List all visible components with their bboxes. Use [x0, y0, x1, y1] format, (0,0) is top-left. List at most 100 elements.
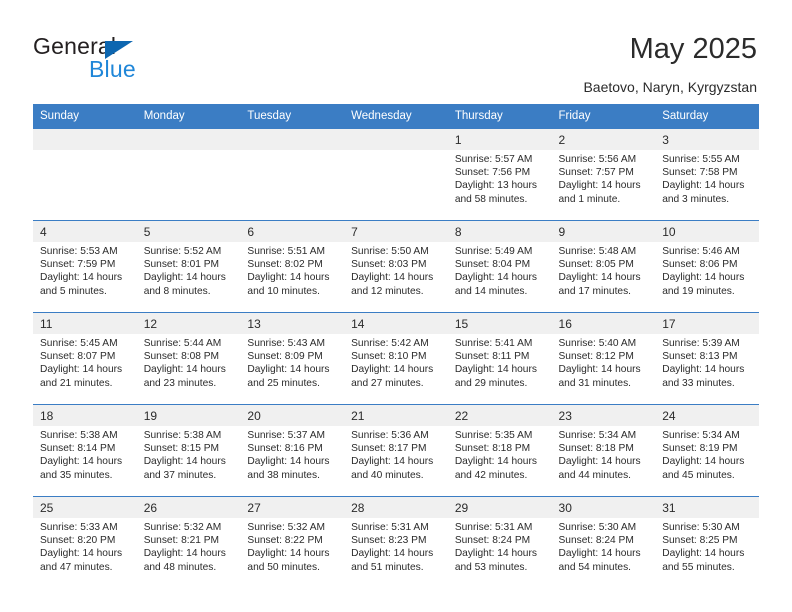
- weekday-header-friday: Friday: [551, 104, 656, 129]
- daylight-text-line2: and 21 minutes.: [40, 377, 113, 389]
- calendar-day-cell[interactable]: 4 Sunrise: 5:53 AM Sunset: 7:59 PM Daylight…: [33, 220, 137, 313]
- page-header: General Blue May 2025 Baetovo, Naryn, Ky…: [0, 0, 792, 103]
- day-number: 29: [447, 497, 552, 518]
- page-subtitle-location: Baetovo, Naryn, Kyrgyzstan: [583, 79, 757, 95]
- day-box: 9 Sunrise: 5:48 AM Sunset: 8:05 PM Daylight…: [551, 221, 656, 312]
- calendar-day-cell[interactable]: 1 Sunrise: 5:57 AM Sunset: 7:56 PM Daylight…: [447, 128, 552, 221]
- calendar-table: Sunday Monday Tuesday Wednesday Thursday…: [33, 104, 759, 588]
- calendar-day-cell[interactable]: 9 Sunrise: 5:48 AM Sunset: 8:05 PM Daylight…: [551, 220, 656, 313]
- daylight-text-line2: and 10 minutes.: [247, 285, 320, 297]
- day-box: 4 Sunrise: 5:53 AM Sunset: 7:59 PM Daylight…: [33, 221, 137, 312]
- day-box: 20 Sunrise: 5:37 AM Sunset: 8:16 PM Dayligh…: [240, 405, 345, 496]
- calendar-day-cell[interactable]: 29 Sunrise: 5:31 AM Sunset: 8:24 PM Dayligh…: [447, 496, 552, 588]
- calendar-day-cell[interactable]: 19 Sunrise: 5:38 AM Sunset: 8:15 PM Dayligh…: [136, 404, 241, 497]
- calendar-day-cell[interactable]: 6 Sunrise: 5:51 AM Sunset: 8:02 PM Daylight…: [240, 220, 345, 313]
- sunset-text: Sunset: 8:14 PM: [40, 443, 116, 455]
- day-sun-info: Sunrise: 5:30 AM Sunset: 8:25 PM Daylight:…: [655, 518, 759, 574]
- calendar-day-cell[interactable]: 16 Sunrise: 5:40 AM Sunset: 8:12 PM Dayligh…: [551, 312, 656, 405]
- calendar-day-cell[interactable]: 2 Sunrise: 5:56 AM Sunset: 7:57 PM Daylight…: [551, 128, 656, 221]
- sunrise-text: Sunrise: 5:30 AM: [558, 522, 637, 533]
- daylight-text-line1: Daylight: 14 hours: [40, 272, 123, 284]
- daylight-text-line2: and 44 minutes.: [558, 469, 632, 481]
- calendar-day-cell[interactable]: 17 Sunrise: 5:39 AM Sunset: 8:13 PM Dayligh…: [655, 312, 759, 405]
- daylight-text-line2: and 35 minutes.: [40, 469, 113, 481]
- calendar-day-cell[interactable]: 7 Sunrise: 5:50 AM Sunset: 8:03 PM Daylight…: [344, 220, 448, 313]
- calendar-day-cell[interactable]: 14 Sunrise: 5:42 AM Sunset: 8:10 PM Dayligh…: [344, 312, 448, 405]
- calendar-day-cell[interactable]: 28 Sunrise: 5:31 AM Sunset: 8:23 PM Dayligh…: [344, 496, 448, 588]
- calendar-day-cell[interactable]: 27 Sunrise: 5:32 AM Sunset: 8:22 PM Dayligh…: [240, 496, 345, 588]
- daylight-text-line2: and 42 minutes.: [454, 469, 528, 481]
- calendar-week-row: 11 Sunrise: 5:45 AM Sunset: 8:07 PM Dayligh…: [33, 312, 759, 405]
- day-sun-info: Sunrise: 5:37 AM Sunset: 8:16 PM Daylight:…: [240, 426, 344, 482]
- day-sun-info: Sunrise: 5:55 AM Sunset: 7:58 PM Daylight:…: [655, 150, 759, 206]
- sunrise-text: Sunrise: 5:32 AM: [143, 522, 222, 533]
- day-box: [240, 129, 345, 220]
- sunrise-text: Sunrise: 5:36 AM: [351, 430, 429, 441]
- logo-text-blue: Blue: [89, 56, 136, 82]
- weekday-header-tuesday: Tuesday: [240, 104, 345, 129]
- daylight-text-line2: and 1 minute.: [558, 193, 621, 205]
- calendar-day-cell[interactable]: 15 Sunrise: 5:41 AM Sunset: 8:11 PM Dayligh…: [447, 312, 552, 405]
- daylight-text-line1: Daylight: 14 hours: [40, 548, 123, 560]
- day-number: 17: [655, 313, 759, 334]
- day-box: 28 Sunrise: 5:31 AM Sunset: 8:23 PM Dayligh…: [344, 497, 448, 588]
- calendar-day-cell[interactable]: 22 Sunrise: 5:35 AM Sunset: 8:18 PM Dayligh…: [447, 404, 552, 497]
- sunset-text: Sunset: 8:03 PM: [351, 259, 427, 271]
- sunset-text: Sunset: 7:59 PM: [40, 259, 116, 271]
- daylight-text-line1: Daylight: 14 hours: [558, 456, 641, 468]
- day-sun-info: Sunrise: 5:50 AM Sunset: 8:03 PM Daylight:…: [344, 242, 448, 298]
- calendar-day-cell[interactable]: 23 Sunrise: 5:34 AM Sunset: 8:18 PM Dayligh…: [551, 404, 656, 497]
- daylight-text-line2: and 45 minutes.: [662, 469, 735, 481]
- calendar-day-cell[interactable]: 8 Sunrise: 5:49 AM Sunset: 8:04 PM Daylight…: [447, 220, 552, 313]
- sunset-text: Sunset: 8:10 PM: [351, 351, 427, 363]
- day-number: 18: [33, 405, 137, 426]
- calendar-day-cell[interactable]: 12 Sunrise: 5:44 AM Sunset: 8:08 PM Dayligh…: [136, 312, 241, 405]
- daylight-text-line1: Daylight: 14 hours: [662, 272, 745, 284]
- calendar-day-cell[interactable]: 26 Sunrise: 5:32 AM Sunset: 8:21 PM Dayligh…: [136, 496, 241, 588]
- daylight-text-line1: Daylight: 13 hours: [454, 180, 537, 192]
- calendar-day-cell[interactable]: 24 Sunrise: 5:34 AM Sunset: 8:19 PM Dayligh…: [655, 404, 759, 497]
- day-sun-info: Sunrise: 5:38 AM Sunset: 8:15 PM Daylight:…: [137, 426, 241, 482]
- daylight-text-line1: Daylight: 14 hours: [40, 456, 123, 468]
- weekday-header-thursday: Thursday: [447, 104, 552, 129]
- daylight-text-line2: and 51 minutes.: [351, 561, 424, 573]
- calendar-header-row: Sunday Monday Tuesday Wednesday Thursday…: [33, 104, 759, 129]
- day-sun-info: Sunrise: 5:33 AM Sunset: 8:20 PM Daylight:…: [33, 518, 137, 574]
- calendar-day-cell[interactable]: 10 Sunrise: 5:46 AM Sunset: 8:06 PM Dayligh…: [655, 220, 759, 313]
- sunrise-text: Sunrise: 5:46 AM: [662, 246, 740, 257]
- daylight-text-line1: Daylight: 14 hours: [40, 364, 123, 376]
- sunrise-text: Sunrise: 5:50 AM: [351, 246, 429, 257]
- day-number: 30: [551, 497, 656, 518]
- calendar-day-cell[interactable]: 31 Sunrise: 5:30 AM Sunset: 8:25 PM Dayligh…: [655, 496, 759, 588]
- calendar-day-cell[interactable]: 11 Sunrise: 5:45 AM Sunset: 8:07 PM Dayligh…: [33, 312, 137, 405]
- sunset-text: Sunset: 8:20 PM: [40, 535, 116, 547]
- daylight-text-line2: and 23 minutes.: [143, 377, 217, 389]
- day-number: 6: [240, 221, 345, 242]
- sunrise-text: Sunrise: 5:51 AM: [247, 246, 325, 257]
- calendar-day-cell[interactable]: 3 Sunrise: 5:55 AM Sunset: 7:58 PM Daylight…: [655, 128, 759, 221]
- daylight-text-line1: Daylight: 14 hours: [247, 456, 330, 468]
- daylight-text-line2: and 31 minutes.: [558, 377, 632, 389]
- daylight-text-line1: Daylight: 14 hours: [662, 364, 745, 376]
- calendar-day-cell[interactable]: 20 Sunrise: 5:37 AM Sunset: 8:16 PM Dayligh…: [240, 404, 345, 497]
- calendar-day-cell-empty: [344, 128, 448, 221]
- day-number: 3: [655, 129, 759, 150]
- calendar-day-cell-empty: [136, 128, 241, 221]
- daylight-text-line1: Daylight: 14 hours: [247, 364, 330, 376]
- day-box: 30 Sunrise: 5:30 AM Sunset: 8:24 PM Dayligh…: [551, 497, 656, 588]
- day-sun-info: Sunrise: 5:31 AM Sunset: 8:24 PM Daylight:…: [448, 518, 552, 574]
- day-sun-info: Sunrise: 5:34 AM Sunset: 8:18 PM Daylight:…: [552, 426, 656, 482]
- day-number: [240, 129, 345, 150]
- day-sun-info: Sunrise: 5:46 AM Sunset: 8:06 PM Daylight:…: [655, 242, 759, 298]
- sunset-text: Sunset: 8:18 PM: [454, 443, 531, 455]
- general-blue-logo[interactable]: General Blue: [33, 33, 213, 85]
- day-sun-info: Sunrise: 5:53 AM Sunset: 7:59 PM Daylight:…: [33, 242, 137, 298]
- calendar-day-cell[interactable]: 5 Sunrise: 5:52 AM Sunset: 8:01 PM Daylight…: [136, 220, 241, 313]
- day-box: 29 Sunrise: 5:31 AM Sunset: 8:24 PM Dayligh…: [447, 497, 552, 588]
- calendar-day-cell[interactable]: 13 Sunrise: 5:43 AM Sunset: 8:09 PM Dayligh…: [240, 312, 345, 405]
- calendar-day-cell[interactable]: 30 Sunrise: 5:30 AM Sunset: 8:24 PM Dayligh…: [551, 496, 656, 588]
- calendar-day-cell[interactable]: 18 Sunrise: 5:38 AM Sunset: 8:14 PM Dayligh…: [33, 404, 137, 497]
- calendar-day-cell[interactable]: 21 Sunrise: 5:36 AM Sunset: 8:17 PM Dayligh…: [344, 404, 448, 497]
- calendar-day-cell-empty: [240, 128, 345, 221]
- calendar-day-cell[interactable]: 25 Sunrise: 5:33 AM Sunset: 8:20 PM Dayligh…: [33, 496, 137, 588]
